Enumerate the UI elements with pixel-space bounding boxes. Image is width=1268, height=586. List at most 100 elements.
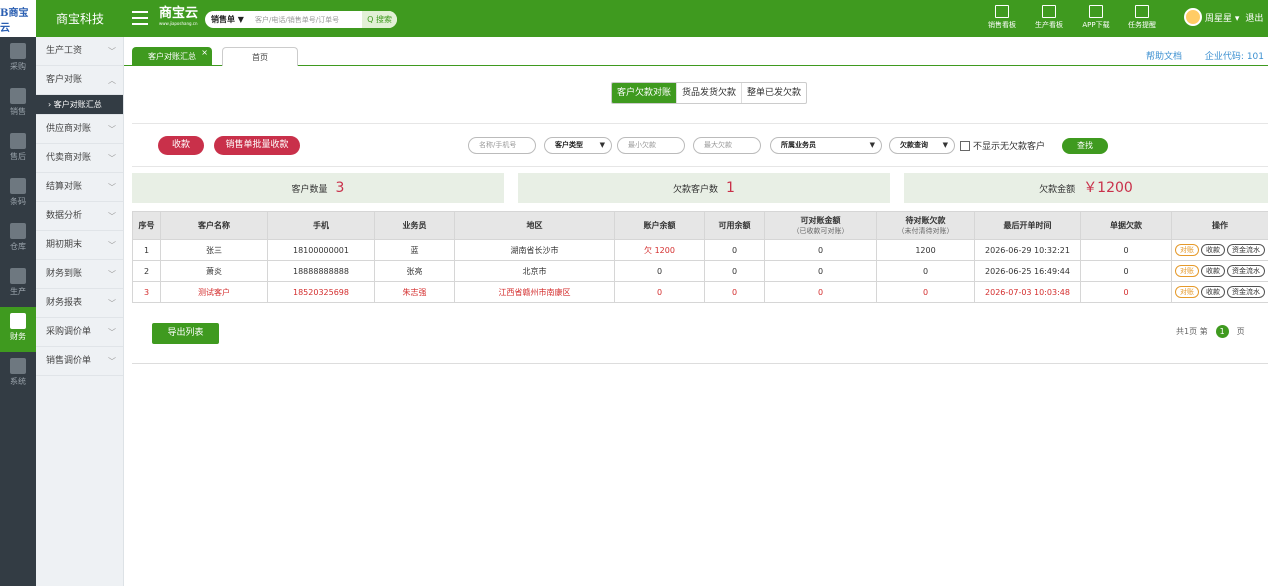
seg-order-shipped-debt[interactable]: 整单已发欠款	[742, 83, 806, 103]
search-input[interactable]: 客户/电话/销售单号/订单号	[255, 15, 362, 25]
chevron-down-icon: ﹀	[108, 154, 116, 163]
nav-aftersale[interactable]: 售后	[0, 127, 36, 172]
receive-row-button[interactable]: 收款	[1201, 265, 1225, 277]
submenu-item[interactable]: 财务报表 ﹀	[36, 289, 123, 318]
cell-reconcilable: 0	[764, 260, 877, 282]
nav-finance[interactable]: 财务	[0, 307, 36, 352]
cell-index: 3	[132, 281, 161, 303]
page-tabs: 客户对账汇总 × 首页 帮助文档 企业代码: 101	[124, 37, 1268, 66]
production-board-button[interactable]: 生产看板	[1029, 2, 1069, 35]
qrcode-icon	[1089, 5, 1103, 18]
nav-purchase[interactable]: 采购	[0, 37, 36, 82]
col-header: 可对账金额 （已收款可对账）	[764, 211, 877, 240]
fund-flow-button[interactable]: 资金流水	[1227, 265, 1265, 277]
gear-icon	[10, 358, 26, 374]
customer-type-select[interactable]: 客户类型 ▼	[544, 137, 612, 154]
cell-pending-debt: 0	[876, 281, 975, 303]
divider	[132, 363, 1268, 364]
min-debt-input[interactable]: 最小欠款	[617, 137, 685, 154]
submenu-item-customer-summary[interactable]: › 客户对账汇总	[36, 95, 123, 115]
col-header: 最后开单时间	[974, 211, 1081, 240]
cell-salesman: 朱志强	[374, 281, 455, 303]
fund-flow-button[interactable]: 资金流水	[1227, 244, 1265, 256]
chevron-down-icon: ﹀	[108, 241, 116, 250]
table-row[interactable]: 2 萧炎 18888888888 张亮 北京市 0 0 0 0 2026-06-…	[132, 260, 1268, 282]
chevron-down-icon: ﹀	[108, 47, 116, 56]
hide-no-debt-checkbox[interactable]: 不显示无欠款客户	[960, 139, 1045, 152]
submenu-item[interactable]: 代卖商对账 ﹀	[36, 144, 123, 173]
table-header: 序号 客户名称 手机 业务员 地区 账户余额 可用余额 可对账金额 （已收款可对账…	[132, 211, 1268, 240]
building-icon	[10, 133, 26, 149]
warehouse-icon	[10, 223, 26, 239]
reconcile-button[interactable]: 对账	[1175, 286, 1199, 298]
caret-down-icon: ▼	[869, 141, 875, 149]
user-menu[interactable]: 周星星 ▾ 退出	[1184, 8, 1263, 26]
col-header: 待对账欠款 （未付清待对账）	[876, 211, 975, 240]
menu-icon[interactable]	[132, 11, 148, 25]
page-prefix: 第	[1199, 327, 1208, 336]
fund-flow-button[interactable]: 资金流水	[1227, 286, 1265, 298]
reconcile-button[interactable]: 对账	[1175, 265, 1199, 277]
app-download-button[interactable]: APP下载	[1076, 2, 1116, 35]
search-type-select[interactable]: 销售单 ▼	[205, 14, 255, 25]
receive-row-button[interactable]: 收款	[1201, 286, 1225, 298]
reconcile-button[interactable]: 对账	[1175, 244, 1199, 256]
left-icon-nav: 采购 销售 售后 条码 仓库 生产 财务 系统	[0, 37, 36, 586]
stat-debt-amount: 欠款金额 ￥1200	[904, 173, 1268, 203]
submenu-item[interactable]: 结算对账 ﹀	[36, 173, 123, 202]
cell-phone: 18520325698	[267, 281, 375, 303]
nav-system[interactable]: 系统	[0, 352, 36, 397]
submenu-item[interactable]: 采购调价单 ﹀	[36, 318, 123, 347]
stat-debt-customers: 欠款客户数 1	[518, 173, 890, 203]
nav-sales[interactable]: 销售	[0, 82, 36, 127]
submenu-item[interactable]: 供应商对账 ﹀	[36, 115, 123, 144]
cell-salesman: 蓝	[374, 239, 455, 261]
cell-available: 0	[704, 239, 765, 261]
find-button[interactable]: 查找	[1062, 138, 1108, 154]
sales-board-button[interactable]: 销售看板	[982, 2, 1022, 35]
tab-customer-summary[interactable]: 客户对账汇总 ×	[132, 47, 212, 66]
col-header: 业务员	[374, 211, 455, 240]
submenu-item[interactable]: 生产工资 ﹀	[36, 37, 123, 66]
submenu-item[interactable]: 销售调价单 ﹀	[36, 347, 123, 376]
chevron-down-icon: ﹀	[108, 357, 116, 366]
name-phone-input[interactable]: 名称/手机号	[468, 137, 536, 154]
page-number[interactable]: 1	[1215, 325, 1229, 338]
top-bar: B商宝云 商宝科技 商宝云 www.jiaposhang.cn 销售单 ▼ 客户/…	[0, 0, 1268, 37]
table-row[interactable]: 3 测试客户 18520325698 朱志强 江西省赣州市南康区 0 0 0 0…	[132, 281, 1268, 303]
submenu-item[interactable]: 客户对账 ︿	[36, 66, 123, 95]
help-docs-link[interactable]: 帮助文档	[1146, 49, 1182, 62]
chevron-down-icon: ﹀	[108, 328, 116, 337]
salesman-select[interactable]: 所属业务员 ▼	[770, 137, 882, 154]
nav-warehouse[interactable]: 仓库	[0, 217, 36, 262]
stat-customer-count: 客户数量 3	[132, 173, 504, 203]
pagination: 共1页 第 1 页	[1176, 325, 1245, 338]
company-name: 商宝科技	[55, 12, 104, 26]
tab-home[interactable]: 首页	[222, 47, 298, 66]
seg-goods-shipment-debt[interactable]: 货品发货欠款	[677, 83, 743, 103]
nav-production[interactable]: 生产	[0, 262, 36, 307]
max-debt-input[interactable]: 最大欠款	[693, 137, 761, 154]
cell-phone: 18888888888	[267, 260, 375, 282]
nav-barcode[interactable]: 条码	[0, 172, 36, 217]
submenu-item[interactable]: 期初期末 ﹀	[36, 231, 123, 260]
table-row[interactable]: 1 张三 18100000001 蓝 湖南省长沙市 欠 1200 0 0 120…	[132, 239, 1268, 261]
checkbox-icon[interactable]	[960, 140, 970, 151]
export-list-button[interactable]: 导出列表	[152, 323, 219, 344]
submenu-item[interactable]: 财务到账 ﹀	[36, 260, 123, 289]
page-total: 共1页	[1176, 327, 1198, 336]
receive-button[interactable]: 收款	[158, 136, 204, 155]
logout-link[interactable]: 退出	[1245, 11, 1263, 24]
debt-query-select[interactable]: 欠款查询 ▼	[889, 137, 955, 154]
receive-row-button[interactable]: 收款	[1201, 244, 1225, 256]
seg-customer-debt[interactable]: 客户欠款对账	[612, 83, 678, 103]
search-button[interactable]: Q 搜索	[362, 11, 397, 28]
batch-receive-button[interactable]: 销售单批量收款	[214, 136, 300, 155]
avatar	[1184, 8, 1202, 26]
col-header: 账户余额	[614, 211, 705, 240]
task-reminder-button[interactable]: 任务提醒	[1122, 2, 1162, 35]
close-icon[interactable]: ×	[201, 43, 208, 62]
submenu-item[interactable]: 数据分析 ﹀	[36, 202, 123, 231]
user-name[interactable]: 周星星 ▾	[1205, 11, 1239, 24]
cart-icon	[10, 43, 26, 59]
